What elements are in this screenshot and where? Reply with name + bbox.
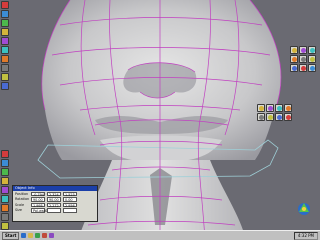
modeling-tool-cluster-bottom xyxy=(257,104,292,121)
browser-task-icon[interactable] xyxy=(35,233,41,238)
pan-icon[interactable] xyxy=(1,46,9,54)
size-field[interactable]: Pal.wsd0fd xyxy=(31,208,51,213)
taskbar-clock: 4:32 PM xyxy=(293,231,318,240)
scale-x-field[interactable]: 1.995 xyxy=(31,202,45,207)
folder-task-icon[interactable] xyxy=(28,233,34,238)
camera-icon[interactable] xyxy=(1,55,9,63)
light-icon[interactable] xyxy=(1,64,9,72)
start-button[interactable]: Start xyxy=(2,231,20,240)
app-logo-icon xyxy=(296,200,312,216)
move-icon[interactable] xyxy=(1,10,9,18)
grid-icon[interactable] xyxy=(1,73,9,81)
sculpt-icon[interactable] xyxy=(275,104,283,112)
face-icon[interactable] xyxy=(1,168,9,176)
tweak-icon[interactable] xyxy=(266,104,274,112)
material-icon[interactable] xyxy=(1,195,9,203)
media-task-icon[interactable] xyxy=(49,233,55,238)
object-info-panel: Object Info Position -0.794 2.324 1.523 … xyxy=(12,185,98,222)
rotate-icon[interactable] xyxy=(1,19,9,27)
extrude-icon[interactable] xyxy=(299,64,307,72)
mail-task-icon[interactable] xyxy=(42,233,48,238)
bevel-icon[interactable] xyxy=(266,113,274,121)
rotation-z-field[interactable]: 0.00 xyxy=(63,197,77,202)
cylinder-icon[interactable] xyxy=(308,46,316,54)
scale-y-field[interactable]: 2.272 xyxy=(47,202,61,207)
cone-icon[interactable] xyxy=(290,55,298,63)
select-icon[interactable] xyxy=(1,1,9,9)
modeling-tool-cluster-top xyxy=(290,46,316,72)
left-toolbar-bottom xyxy=(1,150,9,230)
row-label: Size xyxy=(15,208,22,213)
scale-z-field[interactable]: 2.956 xyxy=(63,202,77,207)
size-field-3[interactable] xyxy=(63,208,77,213)
plane-icon[interactable] xyxy=(308,55,316,63)
mirror-icon[interactable] xyxy=(284,113,292,121)
render-icon[interactable] xyxy=(1,82,9,90)
redo-icon[interactable] xyxy=(1,222,9,230)
torus-icon[interactable] xyxy=(299,55,307,63)
position-y-field[interactable]: 2.324 xyxy=(47,191,61,196)
sphere-icon[interactable] xyxy=(290,46,298,54)
texture-icon[interactable] xyxy=(1,204,9,212)
panel-row-size: Size Pal.wsd0fd xyxy=(13,208,97,214)
sweep-icon[interactable] xyxy=(308,64,316,72)
edge-icon[interactable] xyxy=(1,159,9,167)
rotation-x-field[interactable]: 90.00 xyxy=(31,197,45,202)
scale-icon[interactable] xyxy=(1,28,9,36)
row-label: Scale xyxy=(15,202,25,207)
size-field-2[interactable] xyxy=(47,208,61,213)
rotation-y-field[interactable]: 90.00 xyxy=(47,197,61,202)
row-label: Rotation xyxy=(15,197,30,202)
knife-icon[interactable] xyxy=(275,113,283,121)
cube-icon[interactable] xyxy=(299,46,307,54)
position-x-field[interactable]: -0.794 xyxy=(31,191,45,196)
app-task-icon[interactable] xyxy=(21,233,27,238)
left-toolbar-top xyxy=(1,1,9,90)
zoom-icon[interactable] xyxy=(1,37,9,45)
taskbar: Start 4:32 PM xyxy=(0,230,320,240)
weld-icon[interactable] xyxy=(257,113,265,121)
undo-icon[interactable] xyxy=(1,213,9,221)
group-icon[interactable] xyxy=(1,186,9,194)
smooth-icon[interactable] xyxy=(257,104,265,112)
position-z-field[interactable]: 1.523 xyxy=(63,191,77,196)
object-icon[interactable] xyxy=(1,177,9,185)
lathe-icon[interactable] xyxy=(290,64,298,72)
point-icon[interactable] xyxy=(1,150,9,158)
row-label: Position xyxy=(15,191,29,196)
cut-icon[interactable] xyxy=(284,104,292,112)
